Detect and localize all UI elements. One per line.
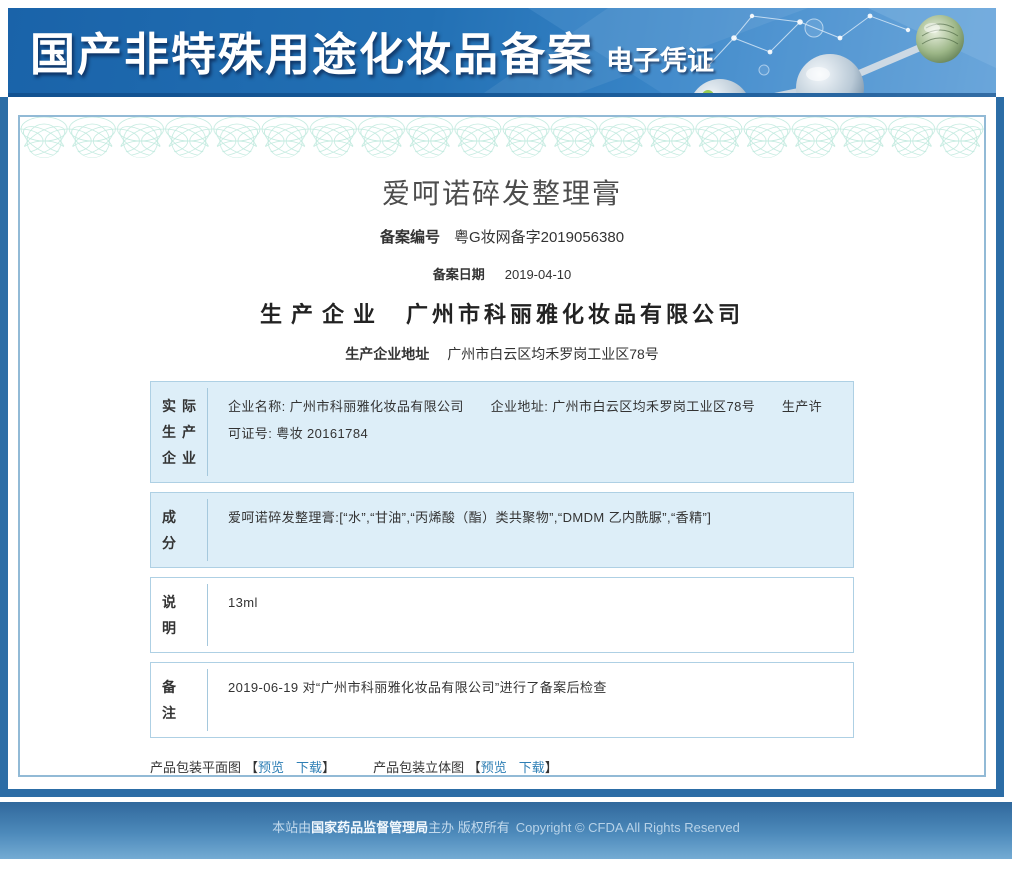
row-content: 13ml [207,584,853,646]
filing-number-label: 备案编号 [379,229,440,246]
flat-package-label: 产品包装平面图 [150,760,242,775]
row-label: 备 注 [162,679,182,721]
flat-download-link[interactable]: 下载 [296,760,322,775]
guilloche-top-border [20,117,984,171]
manufacturer-address-line: 生产企业地址 广州市白云区均禾罗岗工业区78号 [20,344,984,364]
footer-copyright: Copyright © CFDA All Rights Reserved [515,820,740,835]
bracket: 【 [467,760,481,775]
bracket: 【 [245,760,259,775]
bracket: 】 [544,760,558,775]
table-row-actual-manufacturer: 实际生产企业 企业名称: 广州市科丽雅化妆品有限公司 企业地址: 广州市白云区均… [150,381,854,483]
filing-number-value: 粤G妆网备字2019056380 [453,229,625,246]
filing-date-line: 备案日期 2019-04-10 [20,264,984,283]
attachment-links-row: 产品包装平面图 【预览 下载】 产品包装立体图 【预览 下载】 [150,757,854,775]
product-name: 爱呵诺碎发整理膏 [381,178,622,209]
footer-suffix: 主办 版权所有 [428,820,510,835]
bracket: 】 [322,760,336,775]
row-content: 企业名称: 广州市科丽雅化妆品有限公司 企业地址: 广州市白云区均禾罗岗工业区7… [207,388,853,476]
stereo-download-link[interactable]: 下载 [519,760,545,775]
manufacturer-address-label: 生产企业地址 [345,346,430,362]
footer-org-link[interactable]: 国家药品监督管理局 [311,820,428,835]
stereo-package-label: 产品包装立体图 [373,760,465,775]
site-footer: 本站由国家药品监督管理局主办 版权所有 Copyright © CFDA All … [0,802,1012,859]
table-row-description: 说 明 13ml [150,577,854,653]
site-title: 国产非特殊用途化妆品备案 [30,29,595,80]
footer-prefix: 本站由 [272,820,312,835]
row-content: 2019-06-19 对“广州市科丽雅化妆品有限公司”进行了备案后检查 [207,669,853,731]
row-content: 爱呵诺碎发整理膏:[“水”,“甘油”,“丙烯酸（酯）类共聚物”,“DMDM 乙内… [207,499,853,561]
certificate-body: 爱呵诺碎发整理膏 备案编号 粤G妆网备字2019056380 备案日期 2019-0… [20,171,984,775]
flat-preview-link[interactable]: 预览 [258,760,284,775]
manufacturer-line: 生产企业 广州市科丽雅化妆品有限公司 [20,297,984,329]
row-label: 实际生产企业 [162,398,202,466]
filing-date-label: 备案日期 [432,267,485,282]
manufacturer-address-value: 广州市白云区均禾罗岗工业区78号 [447,346,659,362]
site-subtitle: 电子凭证 [606,46,715,76]
manufacturer-name: 广州市科丽雅化妆品有限公司 [406,302,745,327]
row-label: 成 分 [162,509,182,551]
header-banner: 国产非特殊用途化妆品备案 电子凭证 [8,8,996,97]
row-label: 说 明 [162,594,182,636]
certificate: 爱呵诺碎发整理膏 备案编号 粤G妆网备字2019056380 备案日期 2019-0… [18,115,986,777]
manufacturer-label: 生产企业 [259,302,384,327]
stereo-preview-link[interactable]: 预览 [481,760,507,775]
info-table: 实际生产企业 企业名称: 广州市科丽雅化妆品有限公司 企业地址: 广州市白云区均… [150,381,854,738]
page: 国产非特殊用途化妆品备案 电子凭证 爱呵诺碎发整理膏 备案编号 粤G妆网备字20… [0,8,1012,873]
table-row-ingredients: 成 分 爱呵诺碎发整理膏:[“水”,“甘油”,“丙烯酸（酯）类共聚物”,“DMD… [150,492,854,568]
filing-number-line: 备案编号 粤G妆网备字2019056380 [20,226,984,247]
filing-date-value: 2019-04-10 [504,267,572,282]
table-row-remark: 备 注 2019-06-19 对“广州市科丽雅化妆品有限公司”进行了备案后检查 [150,662,854,738]
content-frame: 爱呵诺碎发整理膏 备案编号 粤G妆网备字2019056380 备案日期 2019-0… [0,97,1004,797]
